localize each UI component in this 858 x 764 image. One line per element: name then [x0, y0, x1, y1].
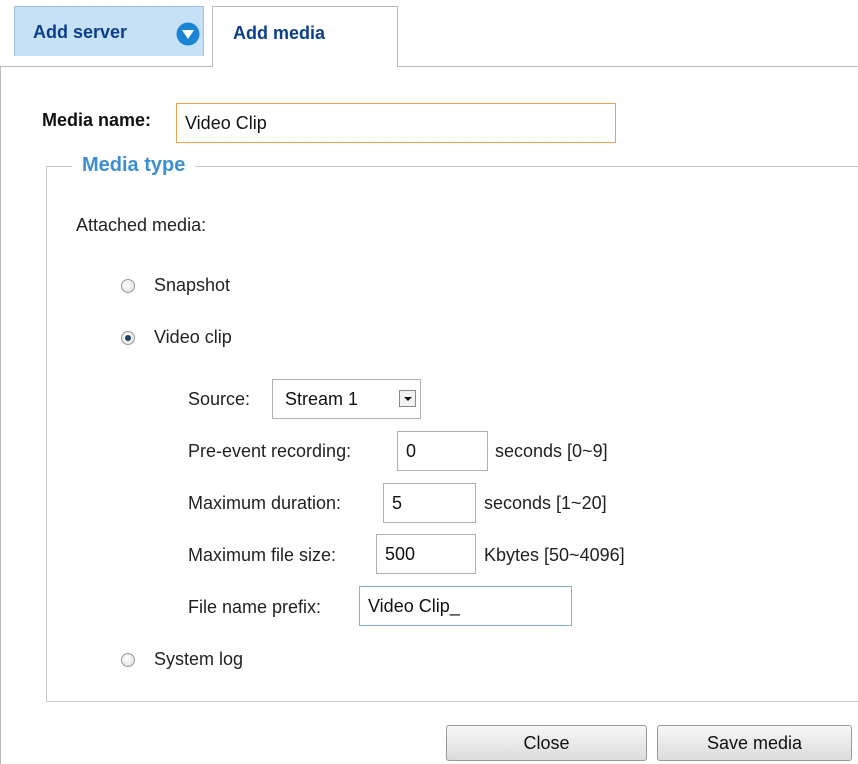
media-name-input[interactable] [176, 103, 616, 143]
system-log-radio[interactable] [121, 653, 135, 667]
tab-add-media-label[interactable]: Add media [233, 23, 325, 44]
max-file-size-input[interactable] [376, 534, 476, 574]
max-duration-unit: seconds [1~20] [484, 493, 607, 513]
tab-add-server-label[interactable]: Add server [33, 22, 127, 43]
pre-event-input[interactable] [397, 431, 488, 471]
media-name-label: Media name: [42, 110, 152, 130]
save-media-button[interactable]: Save media [657, 725, 852, 761]
source-select-value: Stream 1 [285, 389, 359, 409]
close-button[interactable]: Close [446, 725, 647, 761]
max-duration-label: Maximum duration: [188, 493, 342, 513]
chevron-down-icon[interactable] [399, 390, 416, 407]
max-file-size-unit: Kbytes [50~4096] [484, 545, 625, 565]
panel-border [398, 66, 858, 67]
file-name-prefix-label: File name prefix: [188, 597, 322, 617]
snapshot-radio[interactable] [121, 279, 135, 293]
pre-event-unit: seconds [0~9] [495, 441, 608, 461]
tab-add-server[interactable]: Add server [14, 6, 204, 56]
pre-event-label: Pre-event recording: [188, 441, 352, 461]
panel-border [0, 66, 212, 67]
attached-media-label: Attached media: [76, 215, 207, 235]
source-label: Source: [188, 389, 251, 409]
max-file-size-label: Maximum file size: [188, 545, 337, 565]
file-name-prefix-input[interactable] [359, 586, 572, 626]
system-log-label[interactable]: System log [154, 649, 243, 670]
media-type-legend: Media type [72, 154, 196, 177]
source-select[interactable]: Stream 1 [272, 379, 421, 419]
snapshot-label[interactable]: Snapshot [154, 275, 230, 296]
max-duration-input[interactable] [383, 483, 476, 523]
dropdown-arrow-icon[interactable] [176, 22, 200, 46]
video-clip-label[interactable]: Video clip [154, 327, 232, 348]
panel-border [0, 66, 1, 764]
tab-add-media[interactable]: Add media [212, 6, 398, 67]
video-clip-radio[interactable] [121, 331, 135, 345]
